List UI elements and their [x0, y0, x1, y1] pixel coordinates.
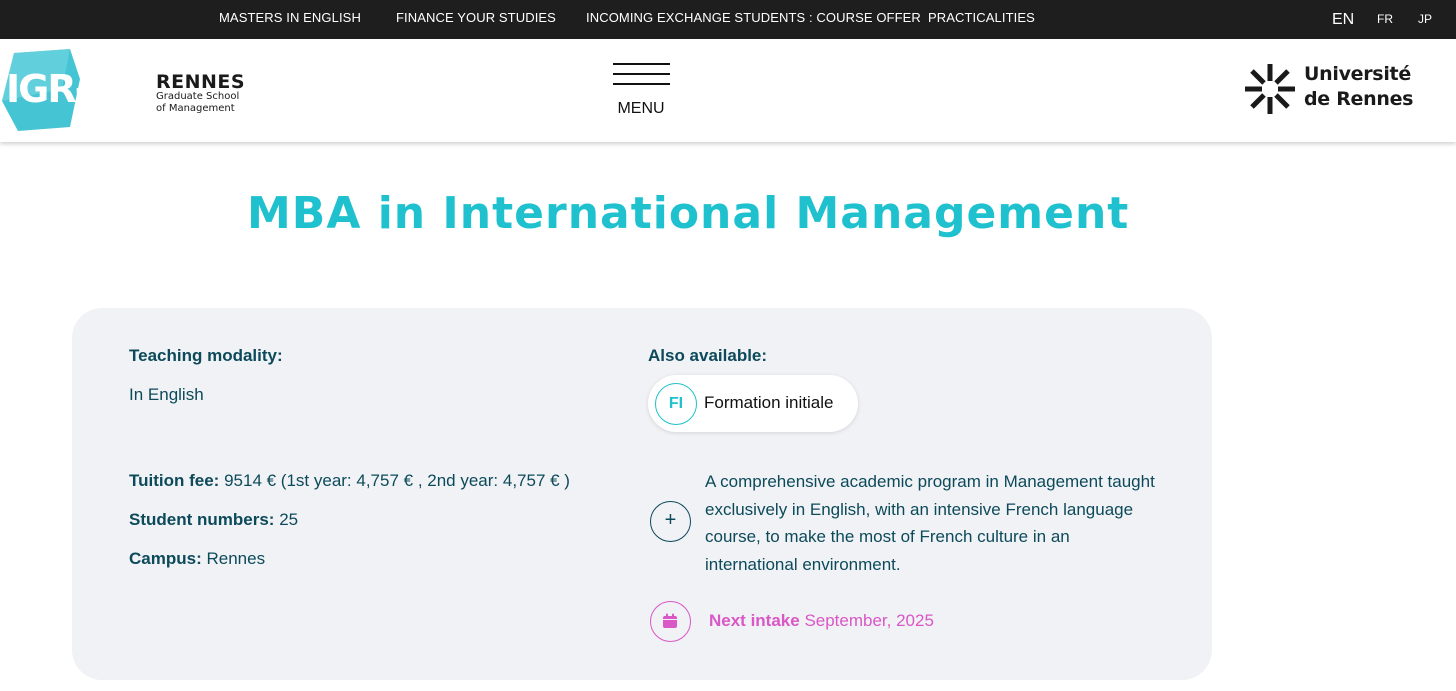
campus-row: Campus: Rennes [129, 549, 265, 569]
students-label: Student numbers: [129, 510, 275, 529]
university-line1: Université [1304, 63, 1411, 85]
tuition-label: Tuition fee: [129, 471, 220, 490]
logo-line1: Graduate School [156, 91, 240, 102]
nav-practicalities[interactable]: PRACTICALITIES [928, 10, 1035, 25]
university-line2: de Rennes [1304, 88, 1414, 110]
menu-label: MENU [617, 100, 665, 117]
page-title: MBA in International Management [247, 188, 1130, 239]
teaching-modality-label: Teaching modality: [129, 346, 283, 365]
next-intake-value: September, 2025 [804, 611, 934, 630]
nav-incoming-exchange-students[interactable]: INCOMING EXCHANGE STUDENTS : COURSE OFFE… [586, 10, 921, 25]
lang-jp[interactable]: JP [1418, 12, 1432, 26]
university-star-icon [1245, 64, 1295, 114]
formation-initiale-label: Formation initiale [704, 393, 834, 412]
fi-badge: FI [655, 383, 697, 425]
top-bar: MASTERS IN ENGLISH FINANCE YOUR STUDIES … [0, 0, 1456, 39]
universite-de-rennes-logo[interactable]: Université de Rennes [1240, 59, 1430, 121]
tuition-row: Tuition fee: 9514 € (1st year: 4,757 € ,… [129, 471, 570, 491]
nav-masters-in-english[interactable]: MASTERS IN ENGLISH [219, 10, 361, 25]
logo-city: RENNES [156, 71, 246, 93]
also-available-label: Also available: [648, 346, 768, 365]
calendar-icon [663, 613, 677, 628]
site-header: IGR-IAE RENNES Graduate School of Manage… [0, 39, 1456, 142]
lang-en[interactable]: EN [1332, 11, 1354, 29]
next-intake: Next intake September, 2025 [709, 611, 934, 631]
next-intake-label: Next intake [709, 611, 800, 630]
plus-icon: + [664, 509, 677, 531]
teaching-modality-value: In English [129, 385, 204, 404]
logo-line2: of Management [156, 103, 235, 114]
campus-label: Campus: [129, 549, 202, 568]
students-value: 25 [279, 510, 299, 529]
expand-description-button[interactable]: + [650, 501, 691, 542]
program-info-card: Teaching modality: In English Also avail… [72, 308, 1212, 680]
calendar-icon-circle [650, 601, 691, 642]
tuition-value: 9514 € (1st year: 4,757 € , 2nd year: 4,… [224, 471, 570, 490]
lang-fr[interactable]: FR [1377, 12, 1393, 26]
students-row: Student numbers: 25 [129, 510, 298, 530]
menu-button[interactable]: MENU [608, 59, 674, 121]
igr-iae-logo[interactable]: IGR-IAE RENNES Graduate School of Manage… [0, 49, 245, 135]
program-description: A comprehensive academic program in Mana… [705, 472, 1155, 574]
formation-initiale-chip[interactable]: FI Formation initiale [648, 375, 858, 432]
campus-value: Rennes [206, 549, 266, 568]
logo-brand: IGR-IAE [6, 67, 154, 111]
nav-finance-your-studies[interactable]: FINANCE YOUR STUDIES [396, 10, 556, 25]
